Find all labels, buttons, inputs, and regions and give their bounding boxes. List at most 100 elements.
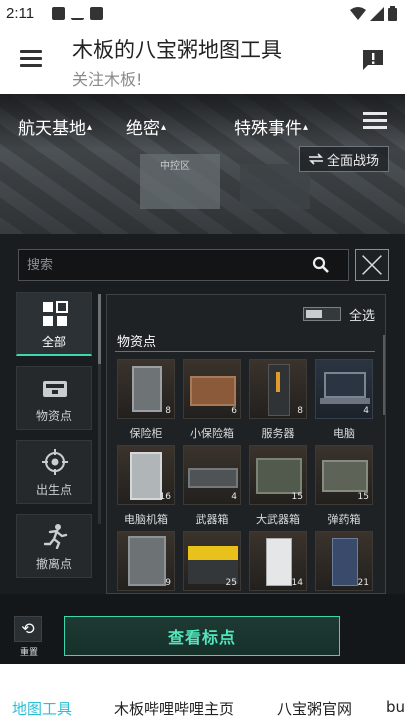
item-name: 大武器箱 xyxy=(256,513,300,526)
app-title: 木板的八宝粥地图工具 xyxy=(72,38,282,62)
category-label: 出生点 xyxy=(35,483,72,497)
item-count: 6 xyxy=(231,406,237,416)
search-icon[interactable] xyxy=(312,256,330,274)
filter-event[interactable]: 特殊事件▴ xyxy=(234,114,308,139)
item-count: 9 xyxy=(165,578,171,588)
item-name: 弹药箱 xyxy=(327,513,361,526)
item-thumb: 16 xyxy=(117,445,175,505)
view-markers-button[interactable]: 查看标点 xyxy=(64,616,340,656)
app-subtitle: 关注木板! xyxy=(72,70,143,89)
item-count: 15 xyxy=(357,492,369,502)
filter-difficulty[interactable]: 绝密▴ xyxy=(126,114,166,139)
item-count: 4 xyxy=(231,492,237,502)
category-label: 全部 xyxy=(41,335,66,349)
item-thumb: 8 xyxy=(249,359,307,419)
select-all-toggle[interactable] xyxy=(303,307,341,321)
swap-icon xyxy=(308,153,323,165)
section-divider xyxy=(115,351,375,352)
item-thumb: 25 xyxy=(183,531,241,591)
map-tool-area: 中控区 航天基地▴ 绝密▴ 特殊事件▴ 全面战场 全部 xyxy=(0,94,405,664)
item-name: 武器箱 xyxy=(195,513,229,526)
reset-label: 重置 xyxy=(19,648,38,658)
item-name: 电脑机箱 xyxy=(124,513,168,526)
item-weapon-box[interactable]: 4 武器箱 xyxy=(183,445,241,527)
notification-icons xyxy=(52,7,103,20)
category-scrollbar[interactable] xyxy=(98,294,101,524)
category-extract[interactable]: 撤离点 xyxy=(16,514,92,578)
target-icon xyxy=(42,449,68,475)
category-label: 物资点 xyxy=(35,409,72,423)
action-bar: ⟲ 重置 查看标点 xyxy=(0,594,405,664)
a-box-icon xyxy=(90,7,103,20)
close-icon[interactable] xyxy=(355,249,389,281)
item-count: 14 xyxy=(291,578,303,588)
search-bar xyxy=(18,249,349,281)
reset-button[interactable]: ⟲ 重置 xyxy=(14,616,44,658)
item-large-weapon-box[interactable]: 15 大武器箱 xyxy=(249,445,307,527)
item-cabinet[interactable]: 9 xyxy=(117,531,175,593)
item-pc-case[interactable]: 16 电脑机箱 xyxy=(117,445,175,527)
bottom-nav: 地图工具 木板哔哩哔哩主页 八宝粥官网 bu xyxy=(0,664,405,720)
nav-bilibili-home[interactable]: 木板哔哩哔哩主页 xyxy=(114,698,234,719)
nav-map-tool[interactable]: 地图工具 xyxy=(12,698,72,719)
signal-icon xyxy=(370,6,384,21)
item-thumb: 8 xyxy=(117,359,175,419)
search-input[interactable] xyxy=(19,250,309,280)
category-all[interactable]: 全部 xyxy=(16,292,92,356)
grid-icon xyxy=(43,301,68,326)
item-count: 4 xyxy=(363,406,369,416)
category-supply[interactable]: 物资点 xyxy=(16,366,92,430)
item-jacket[interactable]: 21 xyxy=(315,531,373,593)
item-server[interactable]: 8 服务器 xyxy=(249,359,307,441)
item-computer[interactable]: 4 电脑 xyxy=(315,359,373,441)
crate-icon xyxy=(43,381,67,397)
battle-mode-label: 全面战场 xyxy=(326,153,379,169)
item-coat[interactable]: 14 xyxy=(249,531,307,593)
item-thumb: 9 xyxy=(117,531,175,591)
status-bar: 2:11 xyxy=(0,0,405,28)
item-thumb: 15 xyxy=(249,445,307,505)
image-icon xyxy=(52,7,65,20)
item-count: 8 xyxy=(165,406,171,416)
item-name: 服务器 xyxy=(261,427,295,440)
select-all-label[interactable]: 全选 xyxy=(349,305,375,324)
caret-up-icon: ▴ xyxy=(87,122,93,133)
app-header: 木板的八宝粥地图工具 关注木板! xyxy=(0,28,405,94)
item-name: 保险柜 xyxy=(129,427,163,440)
download-icon xyxy=(71,7,84,20)
category-spawn[interactable]: 出生点 xyxy=(16,440,92,504)
item-count: 8 xyxy=(297,406,303,416)
item-small-safe[interactable]: 6 小保险箱 xyxy=(183,359,241,441)
item-safe[interactable]: 8 保险柜 xyxy=(117,359,175,441)
map-filters: 航天基地▴ 绝密▴ 特殊事件▴ xyxy=(0,114,405,139)
item-thumb: 14 xyxy=(249,531,307,591)
battle-mode-button[interactable]: 全面战场 xyxy=(299,146,389,172)
caret-up-icon: ▴ xyxy=(161,122,167,133)
item-thumb: 21 xyxy=(315,531,373,591)
item-ammo-box[interactable]: 15 弹药箱 xyxy=(315,445,373,527)
item-count: 15 xyxy=(291,492,303,502)
feedback-alert-icon[interactable] xyxy=(361,48,385,72)
wifi-icon xyxy=(350,6,366,20)
item-count: 21 xyxy=(357,578,369,588)
item-thumb: 4 xyxy=(183,445,241,505)
nav-official-site[interactable]: 八宝粥官网 xyxy=(277,698,352,719)
filter-map[interactable]: 航天基地▴ xyxy=(18,114,92,139)
battery-icon xyxy=(388,6,397,21)
item-thumb: 4 xyxy=(315,359,373,419)
list-icon[interactable] xyxy=(363,112,387,130)
item-count: 25 xyxy=(225,578,237,588)
panel-scrollbar[interactable] xyxy=(383,335,385,415)
section-title: 物资点 xyxy=(117,335,157,350)
system-icons xyxy=(350,6,397,21)
item-thumb: 15 xyxy=(315,445,373,505)
item-name: 小保险箱 xyxy=(190,427,234,440)
nav-more[interactable]: bu xyxy=(386,698,405,716)
item-count: 16 xyxy=(159,492,171,502)
category-label: 撤离点 xyxy=(35,557,72,571)
item-tool-box[interactable]: 25 xyxy=(183,531,241,593)
status-time: 2:11 xyxy=(6,5,35,22)
item-thumb: 6 xyxy=(183,359,241,419)
hamburger-menu-icon[interactable] xyxy=(20,50,42,68)
running-man-icon xyxy=(43,524,68,549)
